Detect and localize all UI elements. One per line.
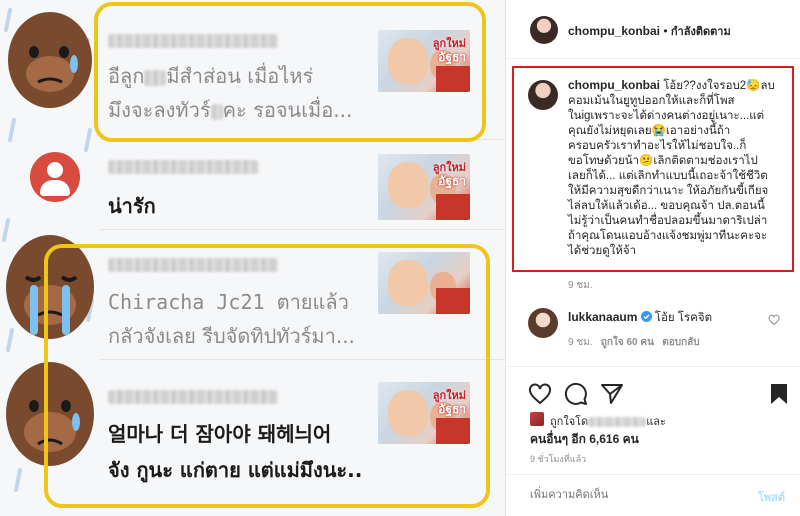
post-button[interactable]: โพสต์ xyxy=(758,488,785,506)
avatar xyxy=(530,412,544,426)
reply-meta: 9 ชม. ถูกใจ 60 คน ตอบกลับ xyxy=(568,337,700,348)
highlight-ring xyxy=(94,2,486,142)
comment-time: 9 ชม. xyxy=(568,280,593,291)
avatar[interactable] xyxy=(530,16,558,44)
reply-comment: lukkanaaum โอ้ย โรคจิต xyxy=(568,310,713,324)
divider xyxy=(506,58,800,59)
likes-count[interactable]: คนอื่นๆ อีก 6,616 คน xyxy=(530,430,639,449)
bookmark-icon[interactable] xyxy=(768,382,790,406)
list-item: น่ารัก ลูกใหม่ อัฐธา xyxy=(0,140,505,230)
likes-count[interactable]: ถูกใจ 60 คน xyxy=(601,337,654,348)
follow-status[interactable]: กำลังติดตาม xyxy=(671,26,731,38)
avatar[interactable] xyxy=(528,308,558,338)
divider xyxy=(506,474,800,475)
comment-text: น่ารัก xyxy=(108,194,156,218)
highlight-ring xyxy=(44,244,490,508)
share-icon[interactable] xyxy=(600,382,624,406)
reply-button[interactable]: ตอบกลับ xyxy=(662,337,699,348)
post-time: 9 ชั่วโมงที่แล้ว xyxy=(530,454,587,464)
avatar xyxy=(30,152,80,202)
highlight-box xyxy=(512,66,794,272)
username-link[interactable]: lukkanaaum xyxy=(568,310,637,324)
heart-icon[interactable] xyxy=(528,382,552,406)
verified-badge-icon xyxy=(640,311,652,322)
comment-icon[interactable] xyxy=(564,382,588,406)
username-link[interactable]: chompu_konbai xyxy=(568,24,660,38)
comment-input[interactable] xyxy=(530,484,730,506)
liked-by: ถูกใจโด และ xyxy=(550,416,666,428)
video-thumbnail[interactable]: ลูกใหม่ อัฐธา xyxy=(378,154,470,220)
divider xyxy=(506,366,800,367)
post-header: chompu_konbai • กำลังติดตาม xyxy=(568,24,731,38)
comment-screenshot: อีลูก มีสำส่อน เมื่อไหร่ มึงจะลงทัวร์ คะ ร… xyxy=(0,0,505,516)
heart-icon[interactable] xyxy=(768,314,780,326)
